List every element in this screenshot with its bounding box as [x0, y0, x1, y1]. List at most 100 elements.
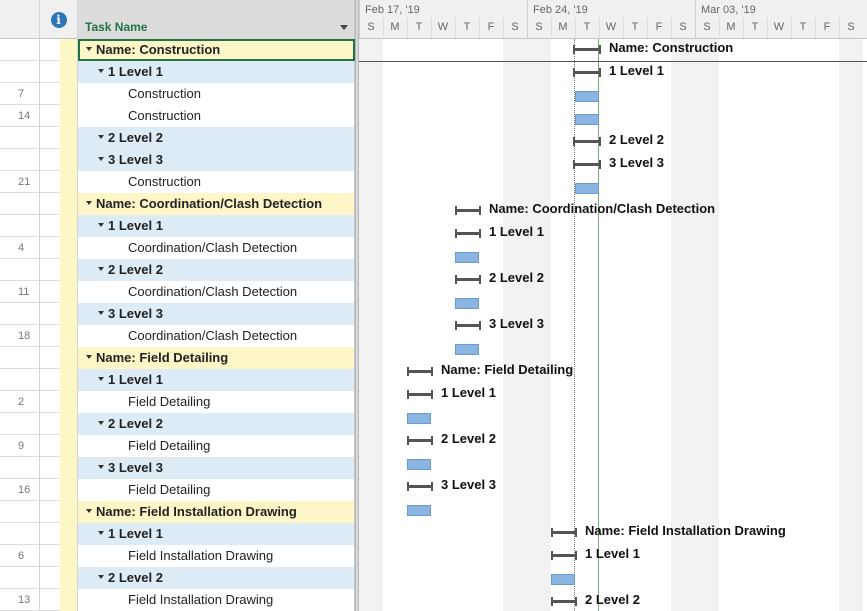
- task-name-cell[interactable]: Coordination/Clash Detection: [78, 281, 355, 303]
- task-name-cell[interactable]: Construction: [78, 83, 355, 105]
- summary-bar[interactable]: [407, 482, 433, 491]
- collapse-triangle-icon[interactable]: [98, 420, 104, 425]
- table-row[interactable]: 3 Level 3: [0, 303, 355, 325]
- collapse-triangle-icon[interactable]: [98, 574, 104, 579]
- collapse-triangle-icon[interactable]: [86, 200, 92, 205]
- table-row[interactable]: 1 Level 1: [0, 61, 355, 83]
- collapse-triangle-icon[interactable]: [98, 156, 104, 161]
- task-name-cell[interactable]: Name: Field Installation Drawing: [78, 501, 355, 523]
- summary-bar[interactable]: [407, 390, 433, 399]
- collapse-triangle-icon[interactable]: [86, 354, 92, 359]
- task-name-cell[interactable]: 1 Level 1: [78, 369, 355, 391]
- table-row[interactable]: 7 Construction: [0, 83, 355, 105]
- task-name-cell[interactable]: 1 Level 1: [78, 215, 355, 237]
- summary-bar[interactable]: [455, 275, 481, 284]
- task-name-cell[interactable]: Construction: [78, 105, 355, 127]
- task-name-cell[interactable]: 3 Level 3: [78, 303, 355, 325]
- task-bar[interactable]: [407, 505, 431, 516]
- collapse-triangle-icon[interactable]: [98, 464, 104, 469]
- task-name-cell[interactable]: Construction: [78, 171, 355, 193]
- task-name-column-header[interactable]: Task Name: [78, 0, 355, 39]
- table-row[interactable]: 9 Field Detailing: [0, 435, 355, 457]
- summary-bar[interactable]: [572, 45, 601, 54]
- row-id: [0, 567, 40, 589]
- task-name-cell[interactable]: Name: Field Detailing: [78, 347, 355, 369]
- table-row[interactable]: Name: Field Installation Drawing: [0, 501, 355, 523]
- collapse-triangle-icon[interactable]: [98, 222, 104, 227]
- table-row[interactable]: 2 Level 2: [0, 413, 355, 435]
- table-row[interactable]: 6 Field Installation Drawing: [0, 545, 355, 567]
- table-row[interactable]: 18 Coordination/Clash Detection: [0, 325, 355, 347]
- task-name-cell[interactable]: Field Detailing: [78, 435, 355, 457]
- task-name-cell[interactable]: 3 Level 3: [78, 149, 355, 171]
- table-row[interactable]: 2 Level 2: [0, 259, 355, 281]
- table-row[interactable]: 1 Level 1: [0, 215, 355, 237]
- task-name-cell[interactable]: Coordination/Clash Detection: [78, 325, 355, 347]
- table-row[interactable]: 11 Coordination/Clash Detection: [0, 281, 355, 303]
- task-bar[interactable]: [455, 344, 479, 355]
- table-row[interactable]: 1 Level 1: [0, 523, 355, 545]
- collapse-triangle-icon[interactable]: [98, 310, 104, 315]
- task-bar[interactable]: [575, 114, 599, 125]
- table-row[interactable]: 4 Coordination/Clash Detection: [0, 237, 355, 259]
- table-row[interactable]: 2 Field Detailing: [0, 391, 355, 413]
- summary-bar[interactable]: [551, 551, 577, 560]
- summary-bar[interactable]: [455, 206, 481, 215]
- task-name-cell[interactable]: 1 Level 1: [78, 61, 355, 83]
- chevron-down-icon[interactable]: [340, 25, 348, 30]
- summary-bar[interactable]: [407, 367, 433, 376]
- table-row[interactable]: 2 Level 2: [0, 567, 355, 589]
- task-name-cell[interactable]: Field Detailing: [78, 391, 355, 413]
- table-row[interactable]: 3 Level 3: [0, 457, 355, 479]
- table-row[interactable]: 1 Level 1: [0, 369, 355, 391]
- table-row[interactable]: Name: Construction: [0, 39, 355, 61]
- summary-bar[interactable]: [455, 321, 481, 330]
- summary-bar[interactable]: [551, 597, 577, 606]
- indicator-strip: [60, 83, 77, 105]
- task-name-cell[interactable]: Field Installation Drawing: [78, 545, 355, 567]
- collapse-triangle-icon[interactable]: [98, 376, 104, 381]
- table-row[interactable]: Name: Field Detailing: [0, 347, 355, 369]
- summary-bar[interactable]: [407, 436, 433, 445]
- task-bar[interactable]: [575, 91, 599, 102]
- task-bar[interactable]: [407, 459, 431, 470]
- collapse-triangle-icon[interactable]: [98, 266, 104, 271]
- task-name-cell[interactable]: 2 Level 2: [78, 413, 355, 435]
- task-name-cell[interactable]: 1 Level 1: [78, 523, 355, 545]
- timescale-header[interactable]: Feb 17, '19 Feb 24, '19 Mar 03, '19 S M T W T F S…: [359, 0, 867, 39]
- collapse-triangle-icon[interactable]: [98, 530, 104, 535]
- table-row[interactable]: 16 Field Detailing: [0, 479, 355, 501]
- table-row[interactable]: Name: Coordination/Clash Detection: [0, 193, 355, 215]
- table-row[interactable]: 3 Level 3: [0, 149, 355, 171]
- indicator-strip: [60, 545, 77, 567]
- task-bar[interactable]: [551, 574, 575, 585]
- collapse-triangle-icon[interactable]: [86, 508, 92, 513]
- task-bar[interactable]: [407, 413, 431, 424]
- task-name-cell[interactable]: Name: Construction: [78, 39, 355, 61]
- collapse-triangle-icon[interactable]: [98, 68, 104, 73]
- row-id-header[interactable]: [0, 0, 40, 39]
- summary-bar[interactable]: [572, 160, 601, 169]
- summary-bar[interactable]: [572, 137, 601, 146]
- task-name-cell[interactable]: Field Installation Drawing: [78, 589, 355, 611]
- task-name-cell[interactable]: 2 Level 2: [78, 259, 355, 281]
- table-row[interactable]: 14 Construction: [0, 105, 355, 127]
- indicators-column-header[interactable]: i: [40, 0, 78, 39]
- task-bar[interactable]: [455, 252, 479, 263]
- task-name-cell[interactable]: Coordination/Clash Detection: [78, 237, 355, 259]
- task-name-cell[interactable]: Name: Coordination/Clash Detection: [78, 193, 355, 215]
- table-row[interactable]: 21 Construction: [0, 171, 355, 193]
- collapse-triangle-icon[interactable]: [86, 46, 92, 51]
- collapse-triangle-icon[interactable]: [98, 134, 104, 139]
- summary-bar[interactable]: [455, 229, 481, 238]
- task-name-cell[interactable]: 2 Level 2: [78, 567, 355, 589]
- task-bar[interactable]: [455, 298, 479, 309]
- summary-bar[interactable]: [572, 68, 601, 77]
- task-name-cell[interactable]: 2 Level 2: [78, 127, 355, 149]
- table-row[interactable]: 13 Field Installation Drawing: [0, 589, 355, 611]
- summary-bar[interactable]: [551, 528, 577, 537]
- task-name-cell[interactable]: 3 Level 3: [78, 457, 355, 479]
- task-name-cell[interactable]: Field Detailing: [78, 479, 355, 501]
- table-row[interactable]: 2 Level 2: [0, 127, 355, 149]
- task-bar[interactable]: [575, 183, 599, 194]
